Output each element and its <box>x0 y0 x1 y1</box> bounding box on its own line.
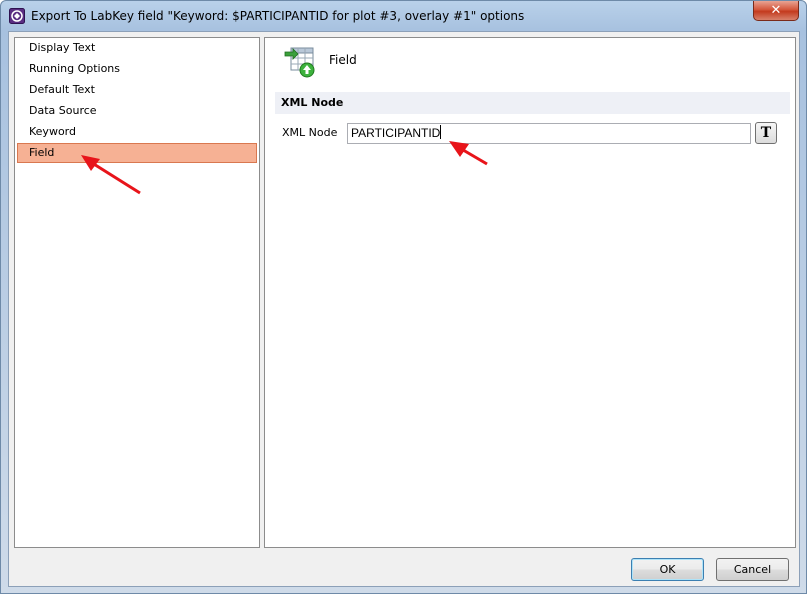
text-format-button[interactable]: T <box>755 122 777 144</box>
xml-node-label: XML Node <box>282 126 338 139</box>
nav-item-label: Field <box>29 146 55 159</box>
flowjo-app-icon <box>9 8 25 24</box>
ok-button[interactable]: OK <box>631 558 704 581</box>
nav-item-display-text[interactable]: Display Text <box>17 38 257 58</box>
nav-item-field[interactable]: Field <box>17 143 257 163</box>
nav-item-label: Running Options <box>29 62 121 75</box>
options-content-panel: Field XML Node XML Node PARTICIPANTID T <box>264 37 796 548</box>
nav-item-label: Data Source <box>29 104 97 117</box>
close-button[interactable]: ✕ <box>753 1 799 21</box>
nav-item-default-text[interactable]: Default Text <box>17 80 257 100</box>
table-field-add-icon <box>284 47 315 78</box>
xml-node-value: PARTICIPANTID <box>351 126 441 140</box>
xml-node-input[interactable]: PARTICIPANTID <box>347 123 751 144</box>
nav-item-label: Display Text <box>29 41 96 54</box>
cancel-button[interactable]: Cancel <box>716 558 789 581</box>
nav-item-data-source[interactable]: Data Source <box>17 101 257 121</box>
options-nav-panel: Display Text Running Options Default Tex… <box>14 37 260 548</box>
text-format-icon: T <box>760 125 772 141</box>
nav-item-label: Default Text <box>29 83 95 96</box>
title-bar[interactable]: Export To LabKey field "Keyword: $PARTIC… <box>1 1 806 31</box>
close-icon: ✕ <box>770 3 782 18</box>
text-caret <box>440 125 442 139</box>
dialog-window: Export To LabKey field "Keyword: $PARTIC… <box>0 0 807 594</box>
nav-item-running-options[interactable]: Running Options <box>17 59 257 79</box>
page-title: Field <box>329 53 357 67</box>
section-header-xml-node: XML Node <box>275 92 790 114</box>
nav-item-keyword[interactable]: Keyword <box>17 122 257 142</box>
dialog-client-area: Display Text Running Options Default Tex… <box>8 31 800 587</box>
window-title: Export To LabKey field "Keyword: $PARTIC… <box>31 9 525 23</box>
nav-item-label: Keyword <box>29 125 76 138</box>
